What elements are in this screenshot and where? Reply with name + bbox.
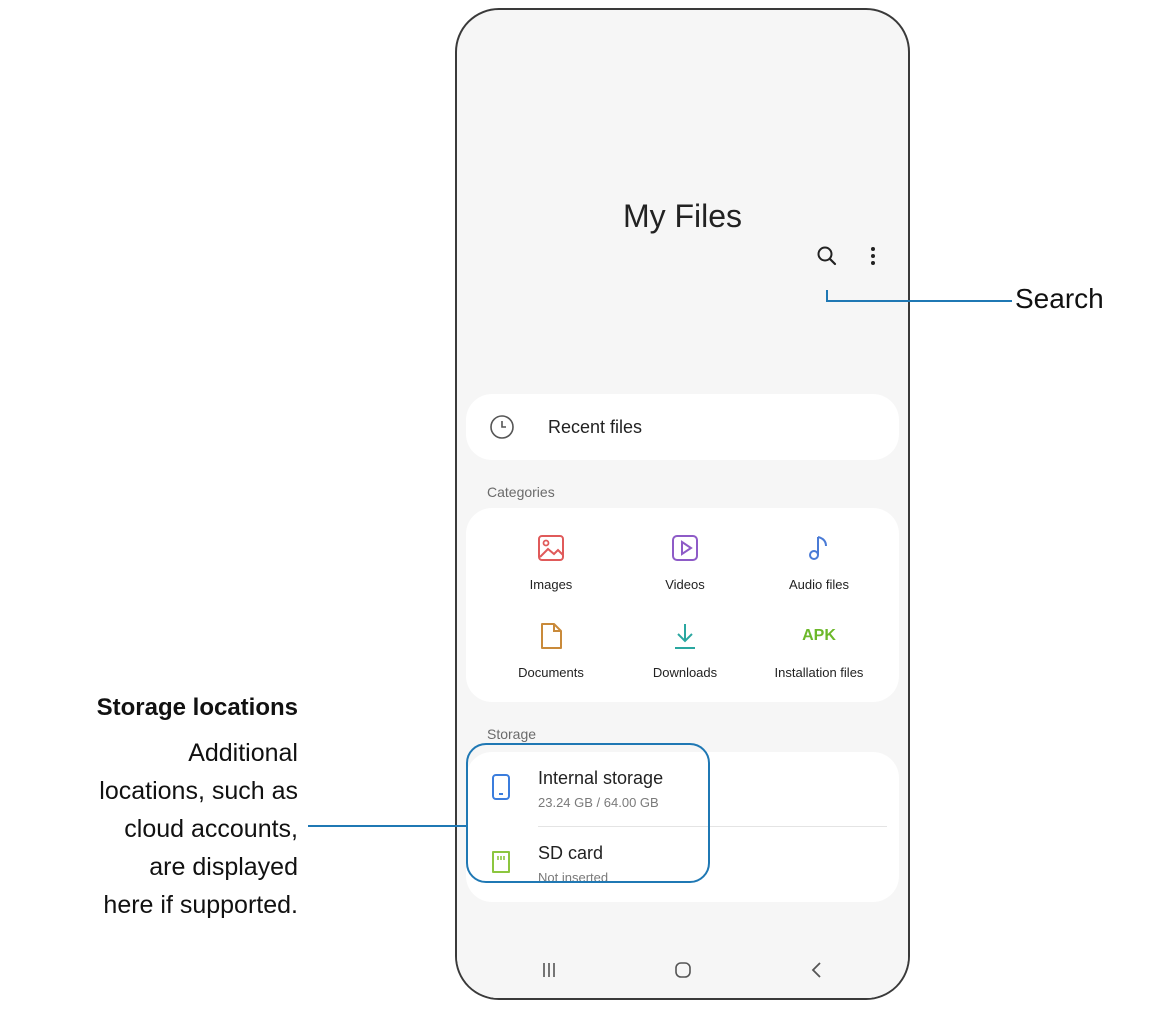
clock-icon xyxy=(486,411,518,443)
category-label: Images xyxy=(529,577,573,592)
back-icon[interactable] xyxy=(797,956,837,984)
recent-files-label: Recent files xyxy=(548,416,643,437)
storage-highlight xyxy=(466,743,710,883)
image-icon xyxy=(491,528,611,568)
storage-callout-desc: Additional locations, such as cloud acco… xyxy=(99,739,298,919)
home-icon[interactable] xyxy=(663,956,703,984)
page-title: My Files xyxy=(622,198,743,234)
recents-icon[interactable] xyxy=(529,956,569,984)
categories-heading: Categories xyxy=(487,484,555,500)
storage-leader xyxy=(308,825,466,827)
category-label: Videos xyxy=(665,577,705,592)
category-label: Installation files xyxy=(774,665,864,680)
category-downloads[interactable]: Downloads xyxy=(625,616,745,680)
category-installation-files[interactable]: APK Installation files xyxy=(759,616,879,680)
category-label: Downloads xyxy=(652,665,718,680)
video-icon xyxy=(625,528,745,568)
category-audio-files[interactable]: Audio files xyxy=(759,528,879,592)
search-callout: Search xyxy=(1015,283,1104,314)
category-videos[interactable]: Videos xyxy=(625,528,745,592)
category-label: Documents xyxy=(518,665,584,680)
search-leader-h xyxy=(826,300,1012,302)
category-images[interactable]: Images xyxy=(491,528,611,592)
storage-callout-title: Storage locations xyxy=(96,694,298,721)
apk-icon: APK xyxy=(802,627,836,644)
document-icon xyxy=(491,616,611,656)
search-icon[interactable] xyxy=(813,242,841,270)
storage-heading: Storage xyxy=(487,726,537,742)
recent-files-row[interactable]: Recent files xyxy=(466,394,899,460)
category-label: Audio files xyxy=(789,577,849,592)
download-icon xyxy=(625,616,745,656)
category-documents[interactable]: Documents xyxy=(491,616,611,680)
categories-card: Images Videos Audio files Documents Down… xyxy=(466,508,899,702)
more-options-icon[interactable] xyxy=(859,242,887,270)
music-note-icon xyxy=(759,528,879,568)
navigation-bar xyxy=(457,940,908,998)
